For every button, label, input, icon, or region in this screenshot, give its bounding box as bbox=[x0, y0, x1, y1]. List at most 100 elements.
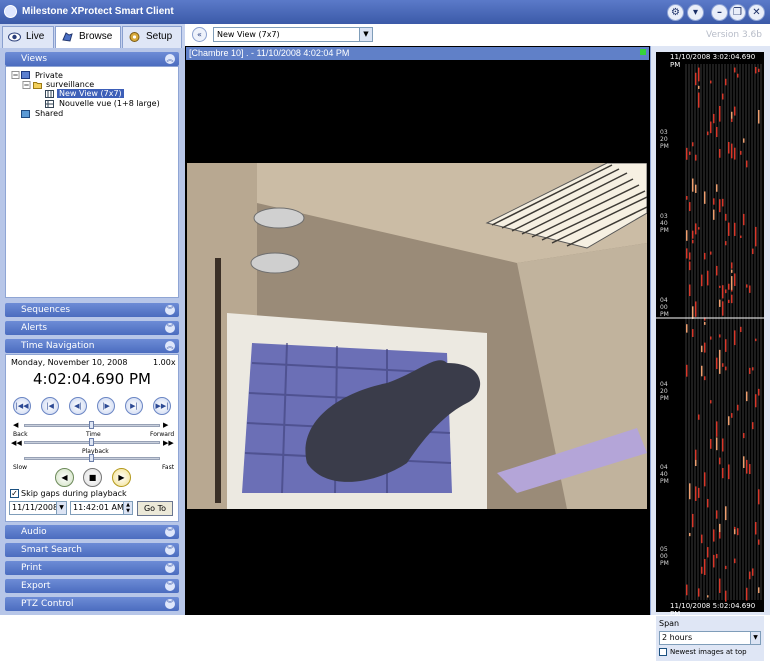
camera-frame-picture bbox=[187, 163, 647, 509]
motion-mark bbox=[698, 487, 700, 498]
tree-node-private[interactable]: Private bbox=[35, 71, 63, 80]
motion-mark bbox=[710, 121, 712, 134]
motion-mark bbox=[725, 565, 727, 570]
motion-mark bbox=[746, 462, 748, 474]
expand-minus-icon[interactable] bbox=[11, 71, 20, 79]
newest-top-checkbox[interactable] bbox=[659, 648, 667, 656]
motion-mark bbox=[752, 422, 754, 430]
motion-mark bbox=[731, 269, 733, 273]
skip-gaps-checkbox[interactable]: ✓ bbox=[10, 489, 19, 498]
motion-mark bbox=[746, 160, 748, 168]
expand-minus-icon[interactable] bbox=[22, 81, 31, 89]
motion-mark bbox=[713, 529, 715, 542]
go-to-start-button[interactable]: |◀◀ bbox=[13, 397, 31, 415]
motion-mark bbox=[755, 522, 757, 535]
close-button[interactable]: ✕ bbox=[748, 4, 765, 21]
play-reverse-button[interactable]: ◀ bbox=[55, 468, 74, 487]
maximize-button[interactable]: ❐ bbox=[729, 4, 746, 21]
motion-mark bbox=[731, 294, 733, 304]
direction-slider-thumb[interactable] bbox=[89, 438, 94, 446]
motion-mark bbox=[722, 198, 724, 207]
motion-mark bbox=[755, 226, 757, 242]
span-value: 2 hours bbox=[662, 633, 693, 642]
alerts-header[interactable]: Alerts ︾ bbox=[5, 321, 179, 335]
timeline-top-time: 11/10/2008 3:02:04.690 PM bbox=[670, 53, 756, 69]
motion-mark bbox=[689, 252, 691, 260]
next-sequence-button[interactable]: ▶| bbox=[125, 397, 143, 415]
smart-search-label: Smart Search bbox=[21, 545, 83, 555]
calendar-dropdown-icon[interactable]: ▼ bbox=[56, 502, 66, 514]
camera-title-bar[interactable]: [Chambre 10] . - 11/10/2008 4:02:04 PM bbox=[186, 47, 649, 60]
view-toolbar: « New View (7x7) ▼ Version 3.6b bbox=[185, 24, 770, 46]
audio-header[interactable]: Audio ︾ bbox=[5, 525, 179, 539]
motion-mark bbox=[719, 105, 721, 122]
motion-mark bbox=[692, 239, 694, 244]
motion-mark bbox=[707, 131, 709, 136]
camera-title: [Chambre 10] . - 11/10/2008 4:02:04 PM bbox=[189, 48, 350, 58]
tab-setup[interactable]: Setup bbox=[122, 26, 182, 48]
motion-mark bbox=[722, 468, 724, 479]
previous-sequence-button[interactable]: |◀ bbox=[41, 397, 59, 415]
motion-mark bbox=[725, 590, 727, 602]
views-header[interactable]: Views ︽ bbox=[5, 52, 179, 66]
tree-node-new-view[interactable]: New View (7x7) bbox=[57, 89, 124, 98]
chevron-down-icon[interactable]: ▼ bbox=[750, 632, 760, 644]
minimize-button[interactable]: – bbox=[711, 4, 728, 21]
views-header-label: Views bbox=[21, 54, 48, 64]
ptz-control-header[interactable]: PTZ Control ︾ bbox=[5, 597, 179, 611]
motion-mark bbox=[686, 147, 688, 160]
motion-mark bbox=[695, 301, 697, 317]
motion-mark bbox=[698, 414, 700, 420]
motion-mark bbox=[725, 339, 727, 352]
timeline-graph[interactable]: 11/10/2008 3:02:04.690 PM 03 20 PM 03 40 PM … bbox=[656, 52, 764, 618]
motion-mark bbox=[731, 262, 733, 269]
time-navigation-header[interactable]: Time Navigation ︽ bbox=[5, 339, 179, 353]
view-selector[interactable]: New View (7x7) ▼ bbox=[213, 27, 373, 42]
motion-mark bbox=[695, 154, 697, 161]
ptz-control-label: PTZ Control bbox=[21, 599, 74, 609]
tree-node-surveillance[interactable]: surveillance bbox=[46, 80, 94, 89]
previous-frame-button[interactable]: ◀| bbox=[69, 397, 87, 415]
span-select[interactable]: 2 hours ▼ bbox=[659, 631, 761, 645]
time-slider-thumb[interactable] bbox=[89, 421, 94, 429]
export-label: Export bbox=[21, 581, 51, 591]
goto-time-field[interactable]: 11:42:01 AM ▲ ▼ bbox=[70, 501, 133, 515]
play-forward-button[interactable]: ▶ bbox=[112, 468, 131, 487]
tools-icon[interactable]: ⚙ bbox=[667, 4, 684, 21]
collapse-left-icon[interactable]: « bbox=[192, 27, 207, 42]
newest-top-label: Newest images at top bbox=[670, 648, 747, 656]
go-to-end-button[interactable]: ▶▶| bbox=[153, 397, 171, 415]
audio-label: Audio bbox=[21, 527, 47, 537]
expand-icon: ︾ bbox=[165, 599, 175, 609]
goto-button[interactable]: Go To bbox=[137, 501, 173, 516]
motion-mark bbox=[755, 394, 757, 408]
time-label: Time bbox=[86, 431, 101, 438]
motion-mark bbox=[740, 235, 742, 238]
motion-mark bbox=[758, 68, 760, 73]
shared-views-icon bbox=[21, 110, 30, 118]
stop-button[interactable]: ■ bbox=[83, 468, 102, 487]
tab-live[interactable]: Live bbox=[2, 26, 54, 48]
sequences-header[interactable]: Sequences ︾ bbox=[5, 303, 179, 317]
time-spinner-icon[interactable]: ▲ ▼ bbox=[123, 502, 132, 514]
motion-mark bbox=[725, 78, 727, 86]
smart-search-header[interactable]: Smart Search ︾ bbox=[5, 543, 179, 557]
export-header[interactable]: Export ︾ bbox=[5, 579, 179, 593]
camera-image[interactable] bbox=[187, 163, 647, 509]
tab-browse[interactable]: Browse bbox=[55, 26, 121, 48]
menu-chevron-icon[interactable]: ▾ bbox=[687, 4, 704, 21]
motion-mark bbox=[728, 283, 730, 290]
tree-node-nouvelle-vue[interactable]: Nouvelle vue (1+8 large) bbox=[59, 99, 160, 108]
title-bar: Milestone XProtect Smart Client ⚙ ▾ – ❐ … bbox=[0, 0, 770, 24]
timeline-label-2: 03 40 PM bbox=[660, 213, 669, 234]
timeline-label-6: 05 00 PM bbox=[660, 546, 669, 567]
goto-date-field[interactable]: 11/11/2008 ▼ bbox=[9, 501, 67, 515]
tree-node-shared[interactable]: Shared bbox=[35, 109, 63, 118]
tab-setup-label: Setup bbox=[146, 31, 173, 42]
time-navigation-label: Time Navigation bbox=[21, 341, 95, 351]
print-header[interactable]: Print ︾ bbox=[5, 561, 179, 575]
next-frame-button[interactable]: |▶ bbox=[97, 397, 115, 415]
speed-slider-thumb[interactable] bbox=[89, 454, 94, 462]
current-date: Monday, November 10, 2008 bbox=[11, 358, 128, 367]
motion-mark bbox=[719, 349, 721, 362]
